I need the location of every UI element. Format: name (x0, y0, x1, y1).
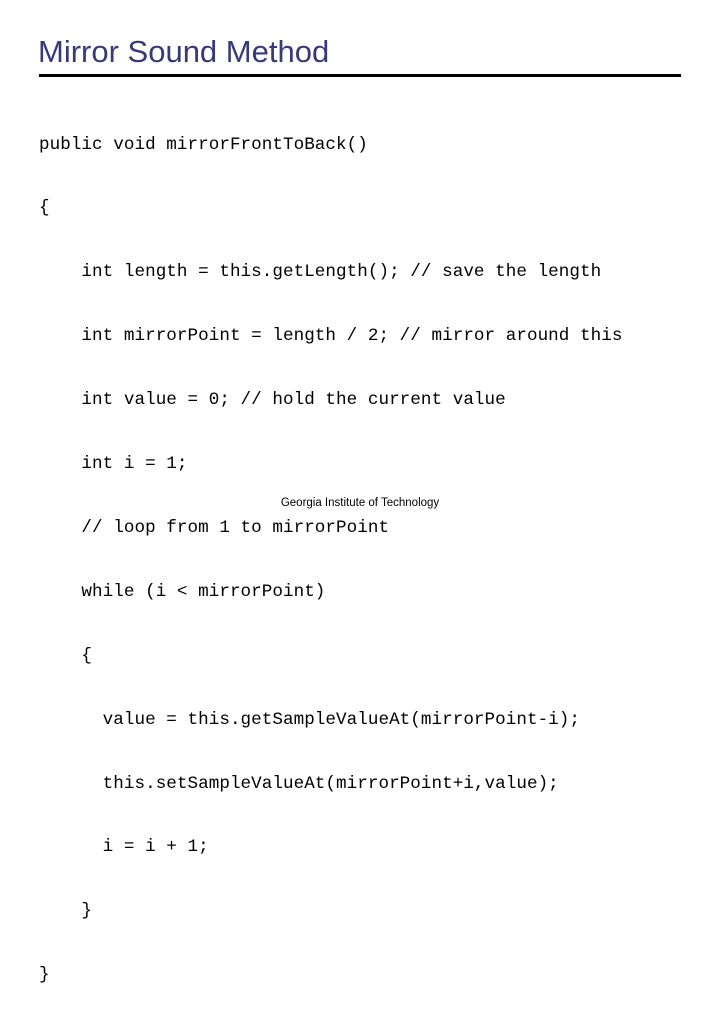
code-line: } (39, 965, 50, 986)
code-line: { (39, 645, 93, 666)
code-line: // loop from 1 to mirrorPoint (39, 517, 390, 538)
code-line: int mirrorPoint = length / 2; // mirror … (39, 326, 623, 347)
code-line: i = i + 1; (39, 837, 209, 858)
slide: Mirror Sound Method public void mirrorFr… (0, 0, 720, 985)
code-line: public void mirrorFrontToBack() (39, 134, 368, 155)
title-divider (39, 74, 681, 77)
code-line: int length = this.getLength(); // save t… (39, 262, 602, 283)
code-line: value = this.getSampleValueAt(mirrorPoin… (39, 709, 581, 730)
code-line: int i = 1; (39, 454, 188, 475)
code-block: public void mirrorFrontToBack() { int le… (39, 92, 689, 1029)
code-line: this.setSampleValueAt(mirrorPoint+i,valu… (39, 773, 559, 794)
code-line: while (i < mirrorPoint) (39, 581, 326, 602)
code-line: } (39, 901, 93, 922)
slide-footer: Georgia Institute of Technology (280, 497, 440, 509)
code-line: int value = 0; // hold the current value (39, 390, 506, 411)
page-title: Mirror Sound Method (38, 34, 330, 69)
code-line: { (39, 198, 50, 219)
